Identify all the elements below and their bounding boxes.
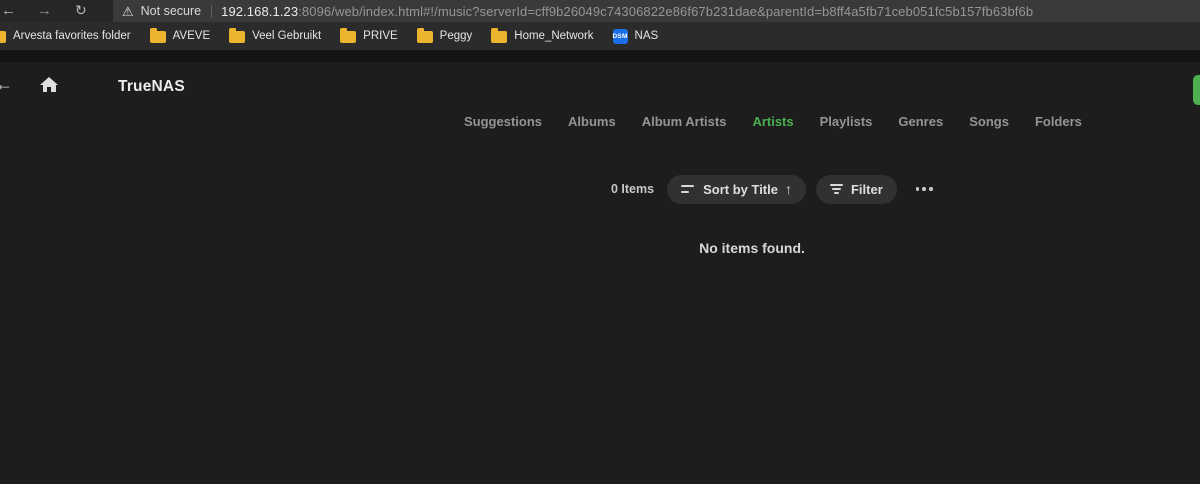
bookmark-peggy[interactable]: Peggy <box>416 28 473 43</box>
filter-icon <box>829 183 843 195</box>
folder-icon <box>416 28 433 43</box>
bookmark-label: NAS <box>634 30 659 42</box>
omnibox-divider <box>211 4 213 18</box>
sort-ascending-icon: ↑ <box>784 181 792 197</box>
sort-icon <box>681 185 695 193</box>
list-toolbar: 0 Items Sort by Title ↑ Filter <box>611 174 935 204</box>
filter-button[interactable]: Filter <box>815 174 897 204</box>
bookmark-label: Arvesta favorites folder <box>13 30 131 42</box>
dsm-icon: DSM <box>613 28 628 44</box>
bookmark-arvesta[interactable]: Arvesta favorites folder <box>0 29 131 43</box>
app-top-strip <box>0 50 1200 62</box>
tab-genres[interactable]: Genres <box>898 114 943 129</box>
library-tabs: Suggestions Albums Album Artists Artists… <box>464 114 1082 129</box>
bookmark-label: AVEVE <box>172 30 211 42</box>
url-host: 192.168.1.23 <box>221 3 299 19</box>
security-label[interactable]: Not secure <box>141 4 201 18</box>
folder-icon <box>491 28 508 43</box>
tab-albums[interactable]: Albums <box>568 114 616 129</box>
edge-green-button[interactable] <box>1193 75 1200 105</box>
more-button[interactable] <box>914 183 935 195</box>
tab-suggestions[interactable]: Suggestions <box>464 114 542 129</box>
tab-folders[interactable]: Folders <box>1035 114 1082 129</box>
browser-forward-icon[interactable]: → <box>37 0 52 22</box>
tab-artists[interactable]: Artists <box>752 114 793 129</box>
folder-icon <box>149 28 166 43</box>
home-button[interactable] <box>40 77 58 92</box>
folder-icon <box>229 28 246 43</box>
bookmark-label: Peggy <box>439 30 473 42</box>
bookmark-prive[interactable]: PRIVE <box>340 28 398 43</box>
browser-refresh-icon[interactable]: ↻ <box>75 0 87 22</box>
bookmark-label: Veel Gebruikt <box>252 30 322 42</box>
browser-back-icon[interactable]: ← <box>1 0 16 22</box>
bookmark-aveve[interactable]: AVEVE <box>149 28 211 43</box>
bookmark-label: Home_Network <box>514 30 594 42</box>
bookmark-home-network[interactable]: Home_Network <box>491 28 594 43</box>
page-title: TrueNAS <box>118 78 185 95</box>
app-back-icon[interactable]: ← <box>0 75 13 93</box>
warning-icon: ⚠ <box>122 3 134 19</box>
tab-playlists[interactable]: Playlists <box>820 114 873 129</box>
sort-button[interactable]: Sort by Title ↑ <box>667 174 806 204</box>
sort-button-label: Sort by Title <box>703 181 778 197</box>
browser-toolbar: ← → ↻ ⚠ Not secure 192.168.1.23:8096/web… <box>0 0 1200 22</box>
items-count: 0 Items <box>611 182 655 196</box>
more-icon <box>928 187 933 191</box>
bookmark-nas[interactable]: DSM NAS <box>613 28 659 44</box>
url-path: :8096/web/index.html#!/music?serverId=cf… <box>298 3 1034 19</box>
tab-songs[interactable]: Songs <box>969 114 1009 129</box>
bookmarks-bar: Arvesta favorites folder AVEVE Veel Gebr… <box>0 22 1200 50</box>
folder-icon <box>340 28 357 43</box>
more-icon <box>922 187 926 191</box>
bookmark-label: PRIVE <box>363 30 398 42</box>
address-bar[interactable]: ⚠ Not secure 192.168.1.23:8096/web/index… <box>113 0 1200 22</box>
url-text: 192.168.1.23:8096/web/index.html#!/music… <box>221 4 1033 19</box>
bookmark-veel-gebruikt[interactable]: Veel Gebruikt <box>229 28 322 43</box>
music-app-page: ← TrueNAS Suggestions Albums Album Artis… <box>0 50 1200 484</box>
more-icon <box>915 187 920 191</box>
empty-state-message: No items found. <box>699 240 805 256</box>
folder-icon <box>0 31 6 43</box>
tab-album-artists[interactable]: Album Artists <box>642 114 727 129</box>
filter-button-label: Filter <box>850 181 883 197</box>
